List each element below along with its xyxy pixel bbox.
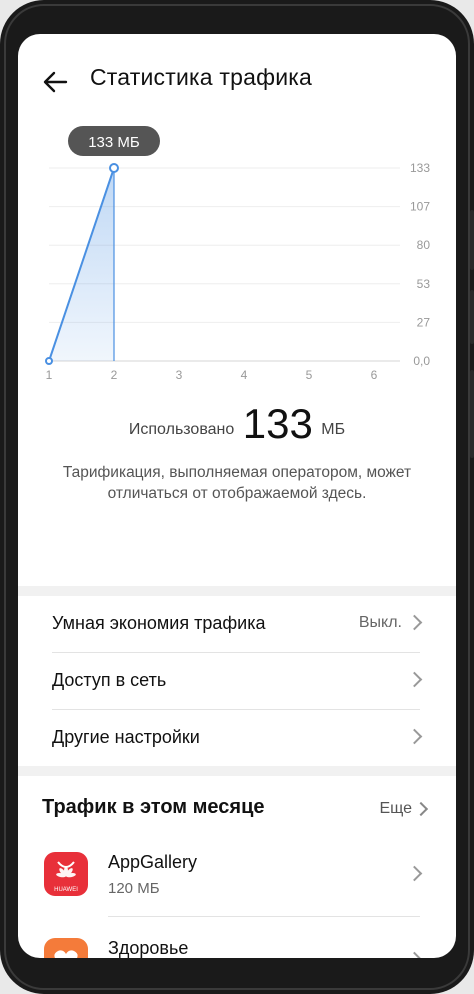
section-separator <box>18 586 456 596</box>
smart-saver-row[interactable]: Умная экономия трафика Выкл. <box>18 596 456 652</box>
y-tick-label: 80 <box>417 238 431 252</box>
network-access-label: Доступ в сеть <box>52 670 167 690</box>
y-tick-label: 133 <box>410 161 430 175</box>
x-tick-label: 2 <box>111 368 118 380</box>
app-size: 120 МБ <box>108 880 160 897</box>
phone-frame: Статистика трафика 133 107 80 53 27 0,0 1 2 3 4 5 6… <box>0 0 474 994</box>
chevron-right-icon <box>406 671 423 688</box>
chevron-right-icon <box>406 951 423 958</box>
smart-saver-value: Выкл. <box>358 614 402 631</box>
x-tick-label: 6 <box>371 368 378 380</box>
y-tick-label: 107 <box>410 200 430 214</box>
app-name: Здоровье <box>108 938 189 958</box>
data-point <box>109 163 119 173</box>
usage-summary: Использовано 133 МБ <box>18 400 456 448</box>
chevron-right-icon <box>406 614 423 631</box>
billing-note: Тарификация, выполняемая оператором, мож… <box>62 464 412 502</box>
y-tick-label: 27 <box>417 315 431 329</box>
page-title: Статистика трафика <box>90 64 313 90</box>
app-row-appgallery[interactable]: HUAWEI AppGallery 120 МБ <box>18 842 456 922</box>
x-tick-label: 1 <box>46 368 53 380</box>
health-app-icon <box>44 938 88 958</box>
usage-label: Использовано <box>128 421 235 438</box>
chevron-right-icon <box>406 728 423 745</box>
volume-button <box>470 210 474 270</box>
y-tick-label: 0,0 <box>413 354 430 368</box>
month-traffic-title: Трафик в этом месяце <box>42 796 265 818</box>
data-point <box>45 357 53 365</box>
divider <box>108 916 420 917</box>
app-name: AppGallery <box>108 852 198 872</box>
chevron-right-icon <box>413 801 429 817</box>
x-tick-label: 4 <box>241 368 248 380</box>
other-settings-row[interactable]: Другие настройки <box>18 710 456 766</box>
chevron-right-icon <box>406 865 423 882</box>
usage-value: 133 <box>242 400 313 447</box>
traffic-chart: 133 107 80 53 27 0,0 1 2 3 4 5 6 133 МБ <box>45 126 431 380</box>
power-button <box>470 370 474 458</box>
back-button[interactable] <box>40 66 72 98</box>
app-header: Статистика трафика <box>18 34 456 126</box>
appgallery-icon: HUAWEI <box>44 852 88 896</box>
y-tick-label: 53 <box>417 277 431 291</box>
x-tick-label: 3 <box>176 368 183 380</box>
usage-unit: МБ <box>321 421 346 438</box>
smart-saver-label: Умная экономия трафика <box>52 613 266 633</box>
section-separator <box>18 766 456 776</box>
more-link[interactable]: Еще <box>379 800 412 818</box>
volume-button-2 <box>470 290 474 344</box>
network-access-row[interactable]: Доступ в сеть <box>18 653 456 709</box>
tooltip-label: 133 МБ <box>88 134 140 151</box>
huawei-logo-text: HUAWEI <box>54 887 78 893</box>
screen: Статистика трафика 133 107 80 53 27 0,0 1 2 3 4 5 6… <box>18 34 456 958</box>
app-row-health[interactable]: Здоровье <box>18 928 456 958</box>
x-tick-label: 5 <box>306 368 313 380</box>
other-settings-label: Другие настройки <box>52 727 200 747</box>
back-arrow-icon <box>43 71 68 93</box>
